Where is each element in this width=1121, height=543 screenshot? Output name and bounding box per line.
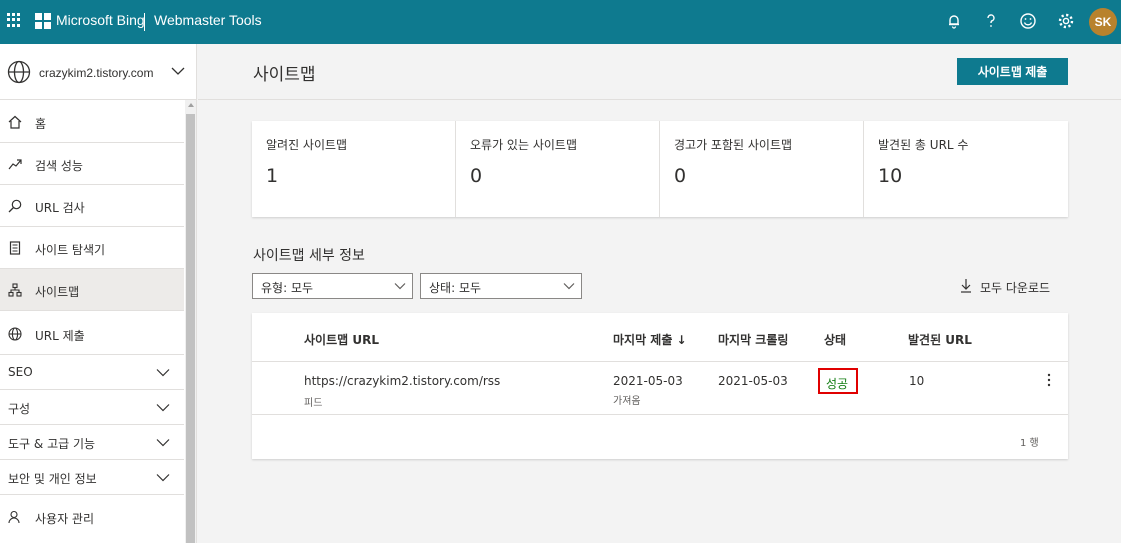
sidebar-item-label: 사용자 관리 [35,512,95,526]
download-icon [961,279,971,293]
waffle-icon[interactable] [7,13,21,27]
sidebar-section-label: SEO [8,365,33,379]
chevron-down-icon [156,439,170,447]
scroll-thumb[interactable] [186,114,195,543]
document-icon [9,241,21,255]
sidebar-item-label: 사이트맵 [35,285,80,299]
column-header-last-submitted[interactable]: 마지막 제출 ↓ [613,331,687,348]
site-name: crazykim2.tistory.com [39,66,154,80]
stat-value: 10 [878,165,903,187]
chevron-down-icon[interactable] [171,66,185,76]
home-icon [8,115,22,129]
stat-label: 오류가 있는 사이트맵 [470,138,577,152]
smiley-icon[interactable] [1018,11,1038,31]
sidebar-item-site-explorer[interactable]: 사이트 탐색기 [0,227,184,269]
sidebar-item-home[interactable]: 홈 [0,101,184,143]
top-bar: Microsoft Bing Webmaster Tools SK [0,0,1121,44]
search-icon [8,199,22,213]
divider [198,99,1121,100]
section-title: 사이트맵 세부 정보 [253,248,365,264]
sidebar-item-label: 검색 성능 [35,159,83,173]
sidebar-section-label: 도구 & 고급 기능 [8,437,96,451]
stat-label: 알려진 사이트맵 [266,138,348,152]
more-options-icon[interactable] [1047,373,1051,387]
sidebar-item-label: URL 검사 [35,201,85,215]
sidebar-item-search-performance[interactable]: 검색 성능 [0,143,184,185]
chevron-down-icon [563,283,575,290]
sidebar-item-user-management[interactable]: 사용자 관리 [0,496,184,538]
globe-icon [7,60,31,84]
sitemap-icon [8,283,22,297]
row-divider [252,361,1068,362]
chevron-down-icon [156,474,170,482]
stats-card: 알려진 사이트맵 1 오류가 있는 사이트맵 0 경고가 포함된 사이트맵 0 … [252,121,1068,217]
sitemap-type: 피드 [304,398,323,409]
dropdown-value: 상태: 모두 [429,281,482,295]
sidebar-section-security[interactable]: 보안 및 개인 정보 [0,460,184,495]
header-divider [144,13,145,31]
brand-name[interactable]: Microsoft Bing [56,12,145,28]
sidebar-section-label: 구성 [8,402,31,416]
stat-value: 0 [470,165,483,187]
sidebar-section-seo[interactable]: SEO [0,355,184,390]
last-crawled-date: 2021-05-03 [718,374,788,388]
trend-icon [8,159,22,170]
status-badge: 성공 [826,377,849,391]
help-icon[interactable] [981,11,1001,31]
globe-icon [8,327,22,341]
site-selector[interactable]: crazykim2.tistory.com [0,44,197,100]
avatar[interactable]: SK [1089,8,1117,36]
status-highlight-box: 성공 [818,368,858,394]
sidebar-item-label: 홈 [35,117,47,131]
stat-value: 1 [266,165,279,187]
stat-label: 발견된 총 URL 수 [878,138,969,152]
discovered-url-count: 10 [909,374,925,388]
gear-icon[interactable] [1056,11,1076,31]
sitemap-url[interactable]: https://crazykim2.tistory.com/rss [304,374,500,388]
sidebar-item-label: URL 제출 [35,329,85,343]
microsoft-logo [35,13,51,29]
chevron-down-icon [156,369,170,377]
sidebar-section-configuration[interactable]: 구성 [0,390,184,425]
sidebar-item-url-submission[interactable]: URL 제출 [0,313,184,355]
row-divider [252,414,1068,415]
sitemap-table: 사이트맵 URL 마지막 제출 ↓ 마지막 크롤링 상태 발견된 URL htt… [252,313,1068,459]
bell-icon[interactable] [944,11,964,31]
sidebar-item-label: 사이트 탐색기 [35,243,106,257]
chevron-down-icon [156,404,170,412]
stat-value: 0 [674,165,687,187]
page-title: 사이트맵 [253,65,316,85]
scroll-up-arrow[interactable] [188,103,194,107]
chevron-down-icon [394,283,406,290]
stat-known-sitemaps: 알려진 사이트맵 1 [252,121,456,217]
sidebar-section-tools[interactable]: 도구 & 고급 기능 [0,425,184,460]
stat-warning-sitemaps: 경고가 포함된 사이트맵 0 [660,121,864,217]
download-all-label: 모두 다운로드 [980,281,1051,295]
row-count: 1 행 [1020,438,1039,449]
sidebar: crazykim2.tistory.com 홈 검색 성능 URL 검사 사이트… [0,44,197,543]
sidebar-section-label: 보안 및 개인 정보 [8,472,97,486]
column-header-status[interactable]: 상태 [824,331,846,348]
sidebar-item-sitemaps[interactable]: 사이트맵 [0,269,184,311]
user-icon [8,510,20,524]
sidebar-scrollbar[interactable] [185,100,196,543]
last-submitted-date: 2021-05-03 [613,374,683,388]
submitted-note: 가져옴 [613,396,641,407]
status-filter-dropdown[interactable]: 상태: 모두 [420,273,582,299]
stat-total-urls: 발견된 총 URL 수 10 [864,121,1068,217]
type-filter-dropdown[interactable]: 유형: 모두 [252,273,413,299]
column-header-discovered-urls[interactable]: 발견된 URL [908,331,972,348]
sidebar-item-url-inspection[interactable]: URL 검사 [0,185,184,227]
column-header-url[interactable]: 사이트맵 URL [304,331,379,348]
stat-label: 경고가 포함된 사이트맵 [674,138,793,152]
product-name[interactable]: Webmaster Tools [154,12,262,28]
dropdown-value: 유형: 모두 [261,281,314,295]
submit-sitemap-button[interactable]: 사이트맵 제출 [957,58,1068,85]
column-header-last-crawled[interactable]: 마지막 크롤링 [718,331,788,348]
stat-error-sitemaps: 오류가 있는 사이트맵 0 [456,121,660,217]
